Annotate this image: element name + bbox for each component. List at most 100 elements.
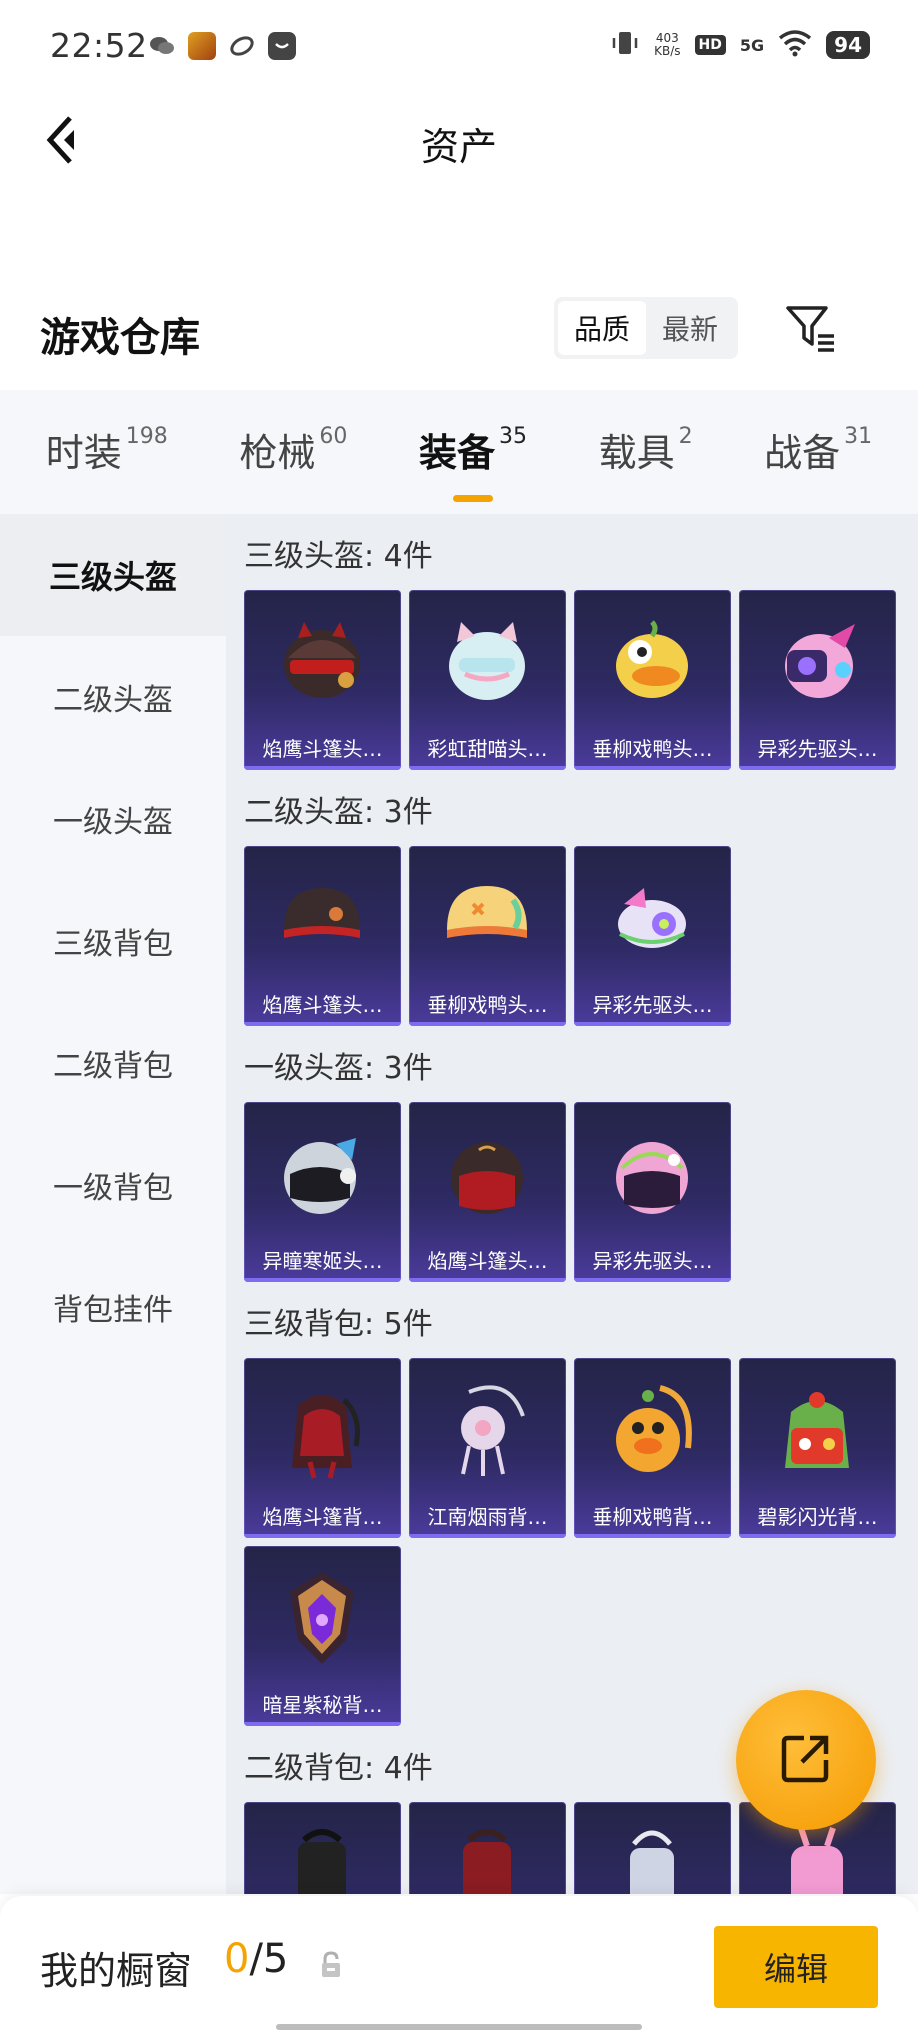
share-button[interactable] (736, 1690, 876, 1830)
helmet-icon (785, 624, 855, 698)
backpack-icon (463, 1829, 511, 1894)
item-card[interactable]: 异瞳寒姬头… (244, 1102, 401, 1282)
showcase-count-current: 0 (224, 1936, 250, 1982)
showcase-count: 0/5 (224, 1936, 288, 1982)
item-name: 碧影闪光背… (757, 1505, 878, 1529)
item-name: 垂柳戏鸭背… (592, 1505, 713, 1529)
helmet-icon (616, 620, 688, 698)
item-name: 异彩先驱头… (757, 737, 878, 761)
sort-toggle: 品质 最新 (554, 297, 738, 359)
hd-badge: HD (694, 35, 726, 55)
section-title: 二级头盔: 3件 (244, 795, 433, 830)
helmet-icon (447, 886, 527, 938)
item-card[interactable]: 暗星紫秘背… (244, 1546, 401, 1726)
backpack-icon (616, 1385, 692, 1472)
item-name: 彩虹甜喵头… (427, 737, 548, 761)
share-icon (778, 1730, 834, 1790)
item-card[interactable]: 异彩先驱头… (739, 590, 896, 770)
tab-vehicles[interactable]: 载具 2 (599, 422, 693, 482)
tab-combat-gear[interactable]: 战备 31 (764, 422, 872, 482)
net-speed-unit: KB/s (654, 44, 681, 58)
item-card[interactable]: 焰鹰斗篷头… (409, 1102, 566, 1282)
tab-label: 时装 (45, 431, 122, 475)
status-bar: 22:52 403 KB/s HD 5G 94 (0, 0, 918, 92)
item-name: 垂柳戏鸭头… (592, 737, 713, 761)
backpack-icon (461, 1385, 525, 1476)
wechat-icon (148, 32, 176, 60)
showcase-label: 我的橱窗 (40, 1949, 193, 1993)
subcategory-sidebar: 三级头盔 二级头盔 一级头盔 三级背包 二级背包 一级背包 背包挂件 (0, 514, 226, 1894)
sidebar-item-backpack-charm[interactable]: 背包挂件 (0, 1246, 226, 1368)
helmet-icon (449, 622, 525, 700)
filter-icon (782, 306, 838, 360)
item-card[interactable] (574, 1802, 731, 1894)
item-grid: 焰鹰斗篷背… 江南烟雨背… 垂柳戏鸭背… 碧影闪光背… 暗星紫秘背… (244, 1358, 918, 1726)
tab-fashion[interactable]: 时装 198 (46, 422, 168, 482)
item-card[interactable]: 江南烟雨背… (409, 1358, 566, 1538)
backpack-icon (791, 1827, 843, 1894)
net-speed: 403 KB/s (654, 32, 680, 58)
battery-level: 94 (826, 31, 870, 59)
vibrate-icon (610, 28, 640, 62)
item-name: 江南烟雨背… (427, 1505, 548, 1529)
item-grid-panel[interactable]: 三级头盔: 4件 焰鹰斗篷头… 彩虹甜喵头… 垂柳戏鸭头… 异彩先驱头… 二级头… (226, 514, 918, 1894)
item-card[interactable] (409, 1802, 566, 1894)
tab-label: 装备 (418, 431, 495, 475)
item-grid: 焰鹰斗篷头… 彩虹甜喵头… 垂柳戏鸭头… 异彩先驱头… (244, 590, 918, 770)
item-name: 异瞳寒姬头… (262, 1249, 383, 1273)
item-card[interactable]: 垂柳戏鸭头… (409, 846, 566, 1026)
item-name: 垂柳戏鸭头… (427, 993, 548, 1017)
item-card[interactable]: 垂柳戏鸭头… (574, 590, 731, 770)
item-card[interactable]: 垂柳戏鸭背… (574, 1358, 731, 1538)
item-name: 焰鹰斗篷背… (262, 1505, 383, 1529)
status-indicators: 403 KB/s HD 5G 94 (610, 28, 870, 62)
helmet-icon (616, 1142, 688, 1214)
status-app-icons (148, 32, 296, 60)
sort-option-quality[interactable]: 品质 (558, 301, 646, 355)
sidebar-item-level2-backpack[interactable]: 二级背包 (0, 1002, 226, 1124)
warehouse-title: 游戏仓库 (40, 315, 200, 361)
item-card[interactable]: 焰鹰斗篷背… (244, 1358, 401, 1538)
nav-bar: 资产 (0, 92, 918, 192)
filter-button[interactable] (782, 300, 838, 356)
backpack-icon (290, 1572, 354, 1664)
item-card[interactable]: 碧影闪光背… (739, 1358, 896, 1538)
item-card[interactable] (244, 1802, 401, 1894)
lock-icon (318, 1950, 344, 1980)
sidebar-item-level3-backpack[interactable]: 三级背包 (0, 880, 226, 1002)
backpack-icon (292, 1395, 360, 1479)
section-title: 一级头盔: 3件 (244, 1051, 433, 1086)
helmet-icon (618, 888, 686, 948)
item-card[interactable]: 异彩先驱头… (574, 846, 731, 1026)
wifi-icon (778, 29, 812, 61)
tab-count: 198 (125, 424, 168, 449)
category-tabs: 时装 198 枪械 60 装备 35 载具 2 战备 31 (0, 390, 918, 514)
tab-firearms[interactable]: 枪械 60 (239, 422, 347, 482)
sidebar-item-level3-helmet[interactable]: 三级头盔 (0, 514, 226, 636)
backpack-icon (298, 1829, 346, 1894)
item-card[interactable]: 焰鹰斗篷头… (244, 846, 401, 1026)
tab-count: 35 (498, 424, 527, 449)
item-card[interactable]: 焰鹰斗篷头… (244, 590, 401, 770)
sort-option-latest[interactable]: 最新 (646, 301, 734, 355)
edit-button[interactable]: 编辑 (714, 1926, 878, 2008)
tab-count: 2 (678, 424, 693, 449)
item-grid: 异瞳寒姬头… 焰鹰斗篷头… 异彩先驱头… (244, 1102, 918, 1282)
item-name: 焰鹰斗篷头… (262, 993, 383, 1017)
tab-label: 战备 (764, 431, 841, 475)
tab-equipment[interactable]: 装备 35 (418, 422, 527, 502)
item-card[interactable]: 彩虹甜喵头… (409, 590, 566, 770)
message-app-icon (268, 32, 296, 60)
section-title: 三级头盔: 4件 (244, 539, 433, 574)
home-indicator[interactable] (276, 2024, 642, 2030)
item-name: 焰鹰斗篷头… (262, 737, 383, 761)
helmet-icon (284, 622, 360, 698)
sidebar-item-level1-helmet[interactable]: 一级头盔 (0, 758, 226, 880)
item-grid: 焰鹰斗篷头… 垂柳戏鸭头… 异彩先驱头… (244, 846, 918, 1026)
status-time: 22:52 (50, 26, 148, 65)
item-card[interactable]: 异彩先驱头… (574, 1102, 731, 1282)
sidebar-item-level2-helmet[interactable]: 二级头盔 (0, 636, 226, 758)
sidebar-item-level1-backpack[interactable]: 一级背包 (0, 1124, 226, 1246)
helmet-icon (284, 888, 360, 938)
item-name: 异彩先驱头… (592, 993, 713, 1017)
